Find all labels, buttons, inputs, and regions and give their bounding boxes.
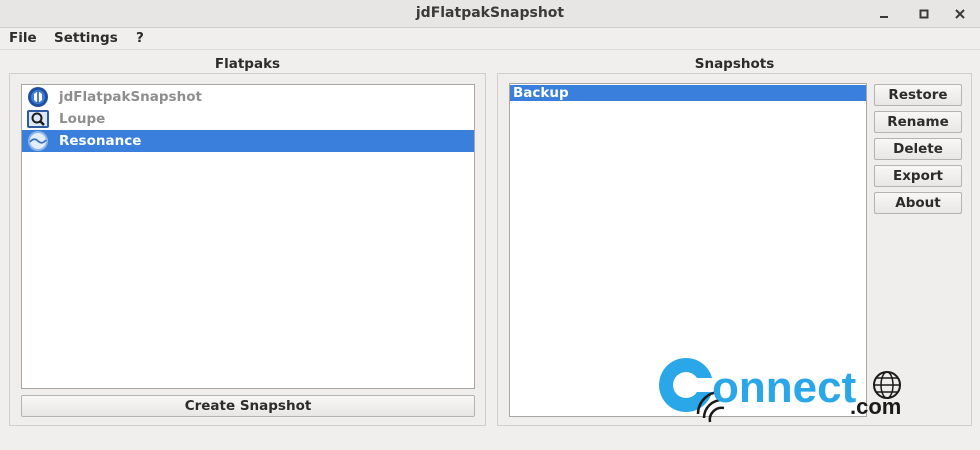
create-snapshot-button[interactable]: Create Snapshot	[21, 395, 475, 417]
menu-bar: File Settings ?	[0, 28, 980, 50]
list-item[interactable]: Backup	[510, 85, 866, 101]
flatpaks-title: Flatpaks	[214, 56, 281, 72]
close-icon	[955, 9, 965, 19]
connect-logo-watermark: onnect .com	[650, 352, 920, 432]
list-item-label: Backup	[513, 85, 569, 101]
menu-file[interactable]: File	[9, 30, 37, 46]
title-bar: jdFlatpakSnapshot	[0, 0, 980, 28]
about-button[interactable]: About	[874, 192, 962, 214]
delete-button[interactable]: Delete	[874, 138, 962, 160]
watermark-text: onnect	[712, 363, 857, 412]
watermark-com-text: .com	[850, 394, 901, 419]
loupe-app-icon	[25, 108, 51, 130]
rename-button[interactable]: Rename	[874, 111, 962, 133]
snapshots-title: Snapshots	[694, 56, 775, 72]
minimize-icon	[880, 16, 888, 18]
jdflatpaksnapshot-app-icon	[25, 86, 51, 108]
list-item-label: Loupe	[59, 111, 106, 127]
restore-button[interactable]: Restore	[874, 84, 962, 106]
menu-help[interactable]: ?	[136, 30, 144, 46]
resonance-app-icon	[25, 130, 51, 152]
window-title: jdFlatpakSnapshot	[415, 5, 565, 21]
list-item[interactable]: Loupe	[22, 108, 474, 130]
list-item[interactable]: Resonance	[22, 130, 474, 152]
minimize-button[interactable]	[874, 4, 894, 24]
maximize-button[interactable]	[914, 4, 934, 24]
close-button[interactable]	[950, 4, 970, 24]
export-button[interactable]: Export	[874, 165, 962, 187]
list-item-label: Resonance	[59, 133, 142, 149]
list-item[interactable]: jdFlatpakSnapshot	[22, 86, 474, 108]
flatpaks-list[interactable]: jdFlatpakSnapshot Loupe Resonance	[21, 84, 475, 389]
list-item-label: jdFlatpakSnapshot	[59, 89, 202, 105]
menu-settings[interactable]: Settings	[54, 30, 118, 46]
maximize-icon	[919, 9, 929, 19]
